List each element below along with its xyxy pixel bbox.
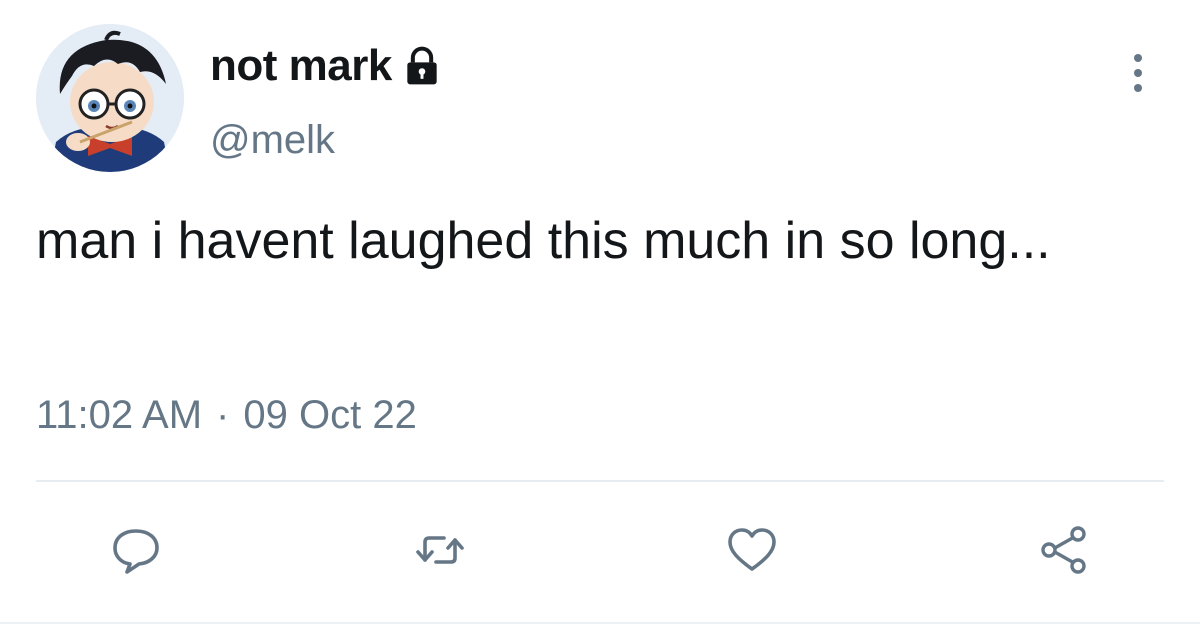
avatar-image (36, 24, 184, 172)
user-handle[interactable]: @melk (210, 118, 335, 163)
tweet-card: not mark @melk man i havent laughed this… (0, 0, 1200, 638)
tweet-text: man i havent laughed this much in so lon… (36, 212, 1051, 270)
tweet-time: 11:02 AM (36, 393, 203, 437)
tweet-timestamp[interactable]: 11:02 AM · 09 Oct 22 (36, 393, 417, 438)
share-icon (1041, 526, 1086, 574)
retweet-button[interactable] (412, 522, 468, 578)
lock-icon (407, 46, 437, 85)
divider (36, 480, 1164, 482)
share-button[interactable] (1036, 522, 1092, 578)
reply-icon (113, 529, 159, 574)
display-name[interactable]: not mark (210, 41, 392, 91)
heart-icon (728, 528, 776, 571)
more-vertical-icon[interactable] (1120, 48, 1156, 98)
tweet-date: 09 Oct 22 (243, 393, 417, 437)
bottom-divider (0, 622, 1200, 624)
like-button[interactable] (724, 522, 780, 578)
display-name-row: not mark (210, 40, 444, 92)
reply-button[interactable] (108, 522, 164, 578)
timestamp-separator: · (216, 393, 230, 437)
retweet-icon (416, 536, 464, 564)
avatar[interactable] (36, 24, 184, 172)
